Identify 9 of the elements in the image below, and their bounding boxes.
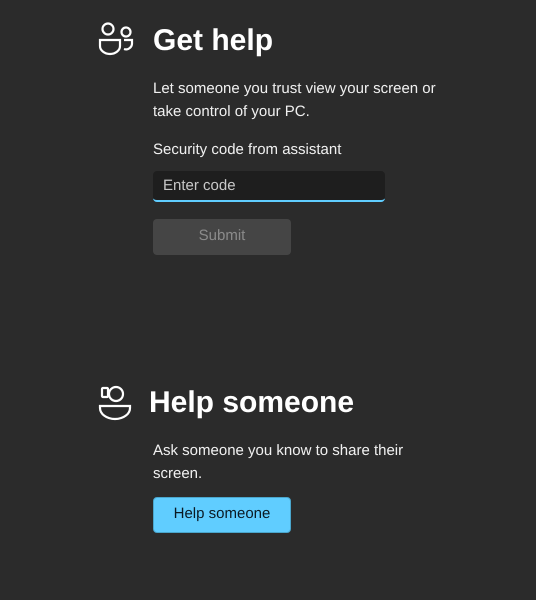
description: Let someone you trust view your screen or take control of your PC.: [153, 79, 437, 122]
field-label: Security code from assistant: [153, 140, 342, 160]
code-input-field[interactable]: Enter code: [153, 170, 385, 202]
people-icon: [98, 22, 136, 58]
help-someone-button[interactable]: Help someone: [153, 496, 291, 532]
person-icon: [98, 384, 132, 422]
section-title: Help someone: [149, 385, 354, 421]
section-title: Get help: [153, 22, 274, 58]
description: Ask someone you know to share their screen.: [153, 440, 404, 484]
